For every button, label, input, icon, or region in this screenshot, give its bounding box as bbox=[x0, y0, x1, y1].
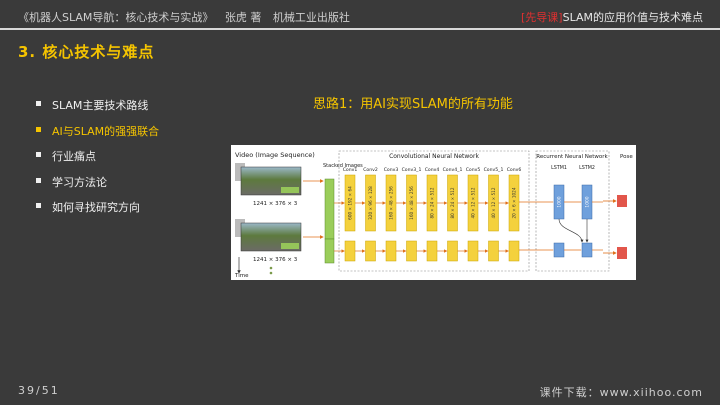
conv-layer-name: Conv2 bbox=[363, 167, 378, 173]
conv-layer-name: Conv4_1 bbox=[443, 167, 463, 173]
conv-layer-dims: 600 × 192 × 64 bbox=[348, 186, 353, 220]
conv-layer-dims: 40 × 12 × 512 bbox=[471, 187, 476, 218]
lstm-units: 1000 bbox=[557, 196, 563, 207]
conv-layer-block-t2 bbox=[447, 240, 458, 262]
pose-output-1 bbox=[617, 195, 627, 207]
conv-layer-block-t2 bbox=[508, 240, 520, 262]
header-course-info: [先导课]SLAM的应用价值与技术难点 bbox=[521, 9, 703, 25]
pose-output-2 bbox=[617, 247, 627, 259]
bullet-square-icon bbox=[36, 152, 41, 157]
lstm-block-t2 bbox=[581, 242, 593, 258]
conv-layer-block-t2 bbox=[467, 240, 479, 262]
bullet-square-icon bbox=[36, 101, 41, 106]
pose-label: Pose bbox=[620, 154, 633, 160]
book-title: 《机器人SLAM导航：核心技术与实战》 bbox=[18, 11, 214, 24]
frame-marker bbox=[281, 243, 299, 249]
sequence-dot bbox=[269, 271, 273, 275]
lstm-name: LSTM2 bbox=[579, 165, 595, 171]
stacked-images-block-1 bbox=[324, 178, 335, 240]
conv-layer-name: Conv1 bbox=[343, 167, 358, 173]
conv-layer-name: Conv3_1 bbox=[402, 167, 422, 173]
lstm-layers: LSTM1 1000 LSTM2 1000 bbox=[519, 165, 603, 258]
bullet-label: 如何寻找研究方向 bbox=[52, 201, 140, 214]
bullet-item: AI与SLAM的强强联合 bbox=[36, 123, 159, 149]
page-number: 39/51 bbox=[18, 384, 60, 397]
conv-layer-dims: 80 × 24 × 512 bbox=[430, 187, 435, 218]
lstm-name: LSTM1 bbox=[551, 165, 567, 171]
conv-layer-dims: 20 × 6 × 1024 bbox=[512, 187, 517, 218]
conv-layers: Conv1 600 × 192 × 64 Conv2 320 × 96 × 128 Co… bbox=[334, 167, 522, 262]
lstm-block-t2 bbox=[553, 242, 565, 258]
section-title: 3. 核心技术与难点 bbox=[18, 43, 155, 61]
sequence-dot bbox=[269, 266, 273, 270]
conv-layer-dims: 320 × 96 × 128 bbox=[368, 186, 373, 220]
conv-layer-block-t2 bbox=[426, 240, 438, 262]
publisher: 机械工业出版社 bbox=[272, 11, 350, 24]
conv-layer-name: Conv6 bbox=[507, 167, 522, 173]
conv-layer-block-t2 bbox=[488, 240, 499, 262]
bullet-square-icon bbox=[36, 177, 41, 183]
recurrent-link bbox=[558, 218, 584, 243]
conv-layer-name: Conv5_1 bbox=[484, 167, 504, 173]
conv-layer-name: Conv5 bbox=[466, 167, 481, 173]
bullet-square-icon bbox=[36, 126, 41, 132]
conv-layer-name: Conv3 bbox=[384, 167, 399, 173]
bullet-item: 如何寻找研究方向 bbox=[36, 199, 159, 225]
bullet-list: SLAM主要技术路线 AI与SLAM的强强联合 行业痛点 学习方法论 如何寻找研… bbox=[36, 97, 159, 225]
conv-layer-dims: 80 × 24 × 512 bbox=[450, 187, 455, 218]
conv-layer-dims: 40 × 12 × 512 bbox=[491, 187, 496, 218]
stacked-images-block-2 bbox=[324, 238, 335, 264]
video-label: Video (Image Sequence) bbox=[235, 151, 315, 159]
lstm-units: 1000 bbox=[585, 196, 591, 207]
resolution-label-1: 1241 × 376 × 3 bbox=[253, 201, 298, 207]
resolution-label-2: 1241 × 376 × 3 bbox=[253, 257, 298, 263]
conv-layer-block-t2 bbox=[406, 240, 417, 262]
deepvo-architecture-figure: Video (Image Sequence) 1241 × 376 × 3 12… bbox=[231, 145, 636, 280]
conv-layer-block-t2 bbox=[365, 240, 376, 262]
download-url: 课件下载：www.xiihoo.com bbox=[539, 386, 703, 399]
conv-layer-block-t2 bbox=[344, 240, 356, 262]
frame-marker bbox=[281, 187, 299, 193]
time-label: Time bbox=[234, 273, 249, 279]
architecture-diagram: Video (Image Sequence) 1241 × 376 × 3 12… bbox=[234, 150, 633, 279]
idea-title: 思路1：用AI实现SLAM的所有功能 bbox=[313, 97, 513, 112]
header-book-info: 《机器人SLAM导航：核心技术与实战》 张虎 著 机械工业出版社 bbox=[18, 9, 358, 25]
conv-layer-dims: 160 × 48 × 256 bbox=[409, 186, 414, 220]
bullet-item: SLAM主要技术路线 bbox=[36, 97, 159, 123]
rnn-box bbox=[535, 150, 610, 272]
conv-layer-name: Conv4 bbox=[425, 167, 440, 173]
bullet-label: 学习方法论 bbox=[52, 175, 107, 189]
author: 张虎 著 bbox=[224, 11, 262, 24]
course-title: SLAM的应用价值与技术难点 bbox=[562, 11, 703, 24]
bullet-label: SLAM主要技术路线 bbox=[52, 99, 149, 112]
cnn-label: Convolutional Neural Network bbox=[389, 153, 479, 160]
bullet-square-icon bbox=[36, 203, 41, 208]
bullet-label: AI与SLAM的强强联合 bbox=[52, 124, 160, 138]
bullet-item: 行业痛点 bbox=[36, 148, 159, 174]
conv-layer-dims: 160 × 48 × 256 bbox=[389, 186, 394, 220]
bullet-item: 学习方法论 bbox=[36, 174, 159, 200]
course-tag: [先导课] bbox=[521, 11, 563, 24]
rnn-label: Recurrent Neural Network bbox=[536, 154, 608, 160]
conv-layer-block-t2 bbox=[385, 240, 397, 262]
bullet-label: 行业痛点 bbox=[52, 150, 96, 163]
header-divider bbox=[0, 28, 720, 30]
